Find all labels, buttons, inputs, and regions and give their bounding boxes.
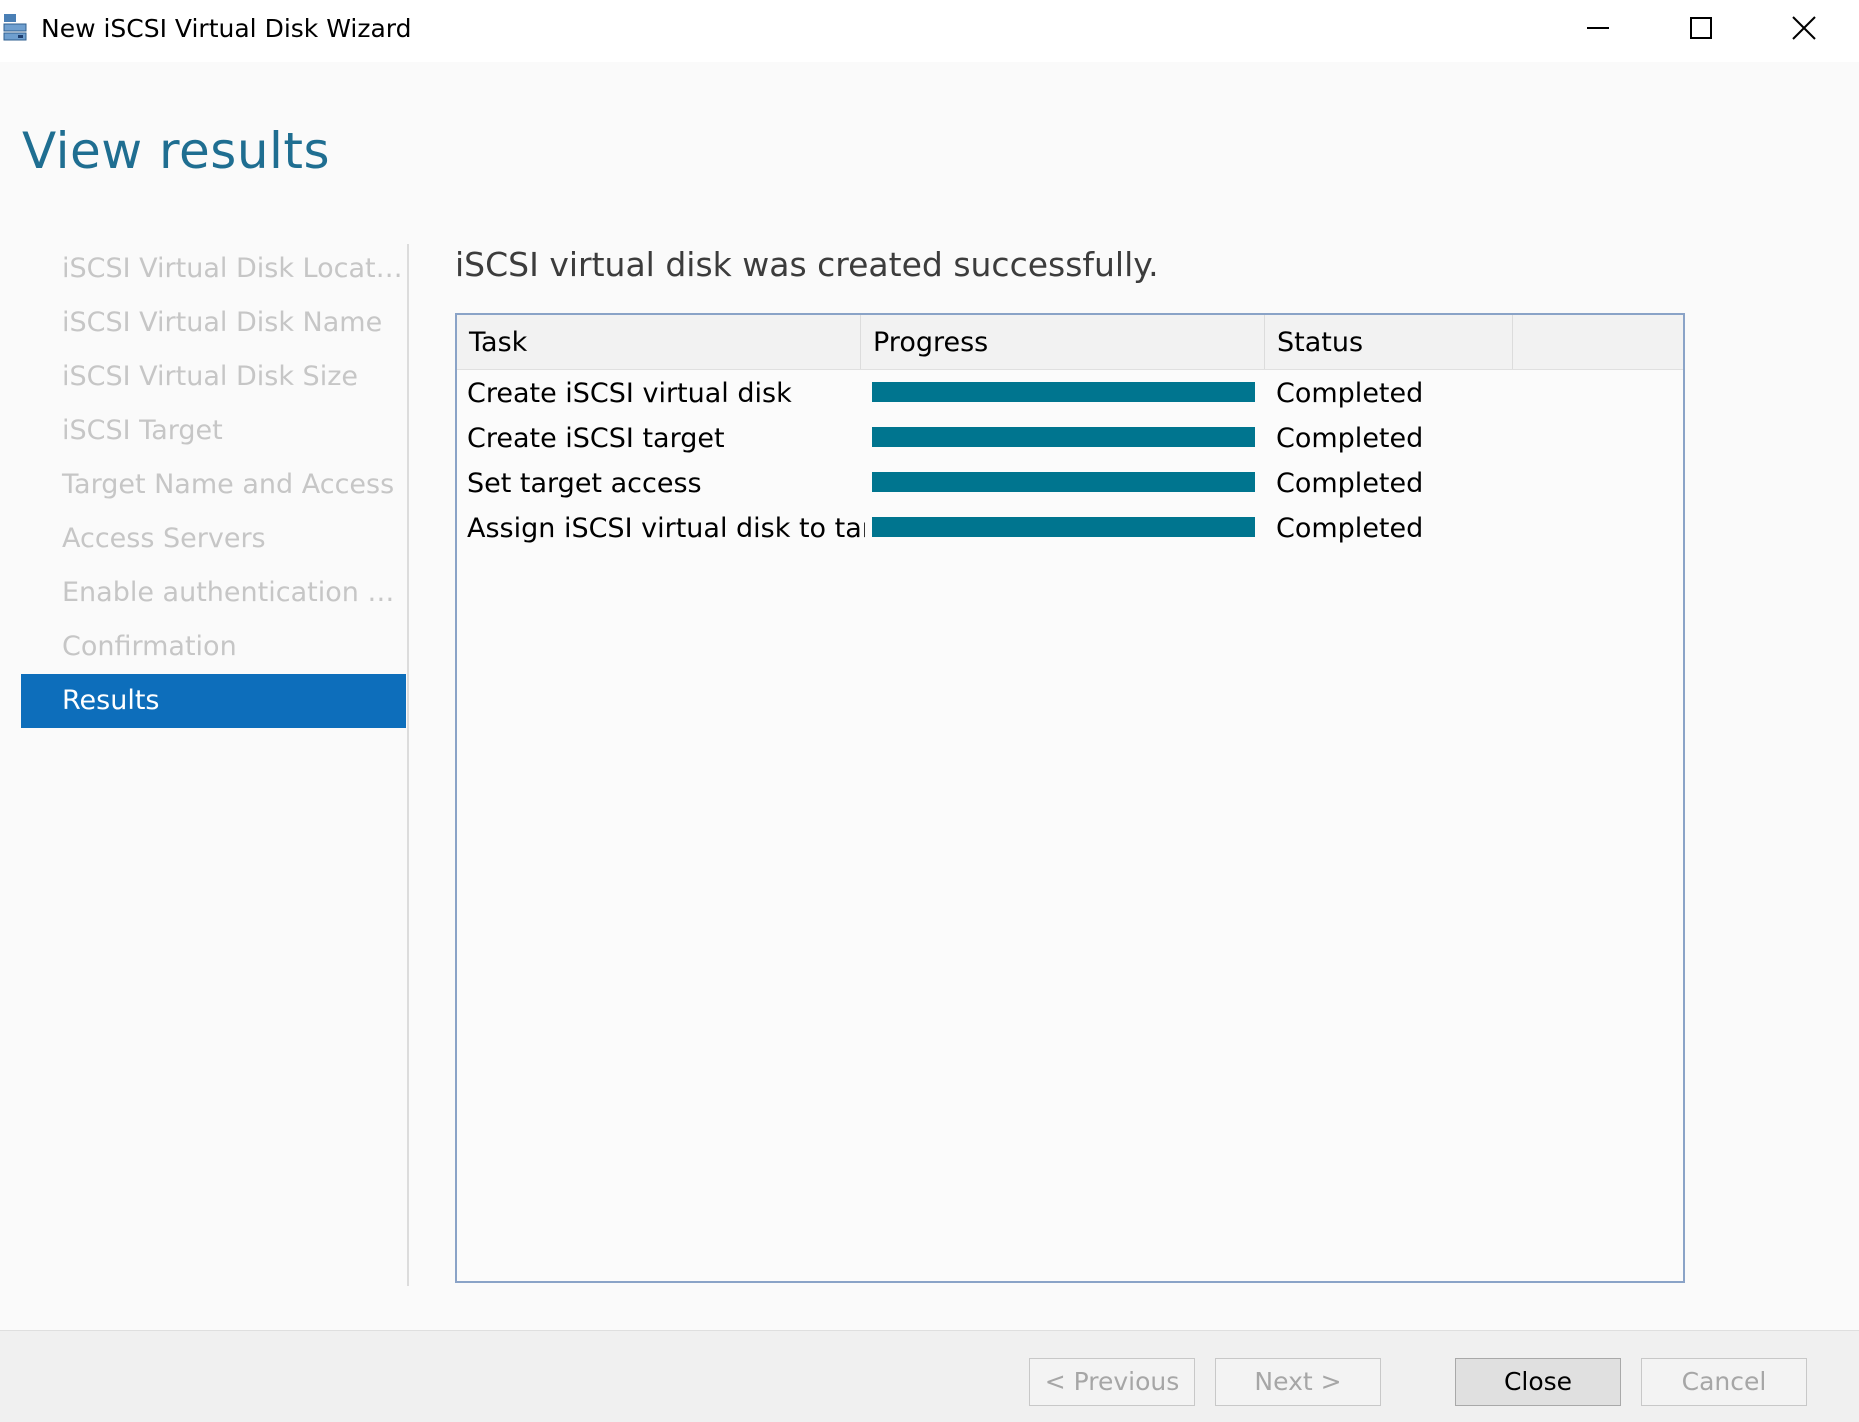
nav-item-target-name-access: Target Name and Access (62, 469, 395, 500)
task-cell: Set target access (467, 468, 702, 499)
status-cell: Completed (1276, 423, 1424, 454)
cancel-button: Cancel (1641, 1358, 1807, 1406)
progress-fill (872, 382, 1255, 402)
progress-bar (872, 472, 1255, 492)
status-cell: Completed (1276, 378, 1424, 409)
window-title: New iSCSI Virtual Disk Wizard (41, 14, 412, 43)
close-button[interactable]: Close (1455, 1358, 1621, 1406)
table-header: Task Progress Status (457, 315, 1683, 370)
previous-button: < Previous (1029, 1358, 1195, 1406)
next-button: Next > (1215, 1358, 1381, 1406)
title-bar: New iSCSI Virtual Disk Wizard (0, 0, 1859, 62)
table-row[interactable]: Set target access Completed (457, 459, 1683, 504)
progress-fill (872, 517, 1255, 537)
table-row[interactable]: Create iSCSI target Completed (457, 414, 1683, 459)
nav-divider (407, 244, 409, 1286)
nav-item-access-servers: Access Servers (62, 523, 266, 554)
minimize-button[interactable] (1548, 0, 1648, 60)
progress-bar (872, 517, 1255, 537)
wizard-window: New iSCSI Virtual Disk Wizard View resul… (0, 0, 1859, 1422)
minimize-icon (1586, 16, 1610, 44)
progress-fill (872, 427, 1255, 447)
progress-bar (872, 427, 1255, 447)
task-cell: Create iSCSI virtual disk (467, 378, 792, 409)
maximize-icon (1689, 16, 1713, 44)
nav-item-iscsi-target: iSCSI Target (62, 415, 223, 446)
column-header-progress[interactable]: Progress (861, 315, 1265, 369)
nav-item-disk-name: iSCSI Virtual Disk Name (62, 307, 383, 338)
maximize-button[interactable] (1651, 0, 1751, 60)
task-cell: Create iSCSI target (467, 423, 725, 454)
page-title: View results (22, 122, 331, 180)
status-cell: Completed (1276, 468, 1424, 499)
column-header-status[interactable]: Status (1265, 315, 1513, 369)
nav-item-confirmation: Confirmation (62, 631, 237, 662)
iscsi-disk-icon (2, 12, 30, 44)
wizard-footer: < Previous Next > Close Cancel (0, 1330, 1859, 1422)
task-cell: Assign iSCSI virtual disk to target (467, 513, 865, 544)
success-message: iSCSI virtual disk was created successfu… (455, 245, 1159, 284)
table-rows: Create iSCSI virtual disk Completed Crea… (457, 369, 1683, 549)
progress-fill (872, 472, 1255, 492)
nav-item-enable-authentication: Enable authentication ser... (62, 577, 406, 608)
status-cell: Completed (1276, 513, 1424, 544)
progress-bar (872, 382, 1255, 402)
table-row[interactable]: Assign iSCSI virtual disk to target Comp… (457, 504, 1683, 549)
nav-item-disk-location: iSCSI Virtual Disk Location (62, 253, 406, 284)
results-table: Task Progress Status Create iSCSI virtua… (455, 313, 1685, 1283)
close-icon (1791, 15, 1817, 45)
close-window-button[interactable] (1754, 0, 1854, 60)
column-header-empty (1513, 315, 1683, 369)
nav-item-disk-size: iSCSI Virtual Disk Size (62, 361, 358, 392)
column-header-task[interactable]: Task (457, 315, 861, 369)
table-row[interactable]: Create iSCSI virtual disk Completed (457, 369, 1683, 414)
wizard-steps-nav: iSCSI Virtual Disk Location iSCSI Virtua… (21, 242, 406, 728)
nav-item-results[interactable]: Results (21, 674, 406, 728)
